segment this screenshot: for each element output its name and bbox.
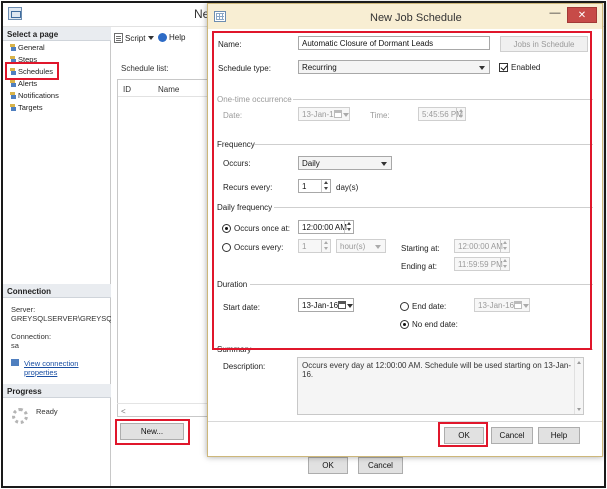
screenshot-frame — [1, 1, 606, 488]
